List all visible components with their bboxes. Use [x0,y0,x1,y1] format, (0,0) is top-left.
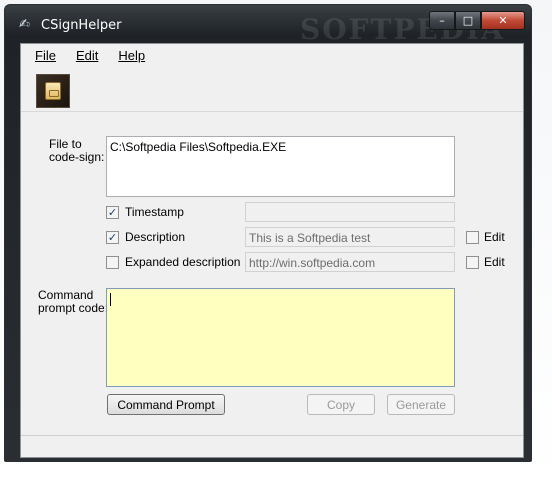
menu-edit[interactable]: Edit [66,48,108,63]
app-icon: ✍ [19,17,30,32]
title-bar[interactable]: ✍ CSignHelper SOFTPEDIA – □ ✕ [5,5,531,46]
minimize-button[interactable]: – [429,11,455,30]
generate-button[interactable]: Generate [387,394,455,415]
description-input[interactable]: This is a Softpedia test [245,227,455,247]
menu-help[interactable]: Help [108,48,155,63]
copy-button[interactable]: Copy [307,394,375,415]
close-button[interactable]: ✕ [481,11,525,30]
app-window: ✍ CSignHelper SOFTPEDIA – □ ✕ File Edit … [4,4,532,462]
timestamp-input[interactable] [245,202,455,222]
description-edit-checkbox[interactable] [466,231,479,244]
document-icon [45,82,61,100]
close-icon: ✕ [498,14,508,27]
text-caret [110,293,111,306]
description-checkbox[interactable] [106,231,119,244]
menu-file[interactable]: File [25,48,66,63]
status-bar [21,435,523,457]
command-label-line2: prompt code: [38,301,109,315]
expanded-description-input[interactable]: http://win.softpedia.com [245,252,455,272]
menu-bar: File Edit Help [21,44,523,66]
client-area: File Edit Help File to code-sign: C:\Sof… [20,43,524,458]
open-file-button[interactable] [36,74,70,108]
timestamp-checkbox[interactable] [106,206,119,219]
command-code-textarea[interactable] [106,288,455,387]
expanded-edit-checkbox[interactable] [466,256,479,269]
file-path-input[interactable]: C:\Softpedia Files\Softpedia.EXE [106,136,455,197]
description-edit-label: Edit [484,230,505,244]
window-title: CSignHelper [41,18,122,33]
description-label: Description [125,230,186,244]
toolbar [21,66,523,112]
file-label-line2: code-sign: [49,150,105,164]
maximize-icon: □ [462,14,474,27]
expanded-edit-label: Edit [484,255,505,269]
window-controls: – □ ✕ [429,11,525,31]
expanded-description-checkbox[interactable] [106,256,119,269]
minimize-icon: – [439,14,445,27]
expanded-description-label: Expanded description [125,255,241,269]
timestamp-label: Timestamp [125,205,184,219]
command-prompt-button[interactable]: Command Prompt [107,394,225,415]
maximize-button[interactable]: □ [455,11,481,30]
